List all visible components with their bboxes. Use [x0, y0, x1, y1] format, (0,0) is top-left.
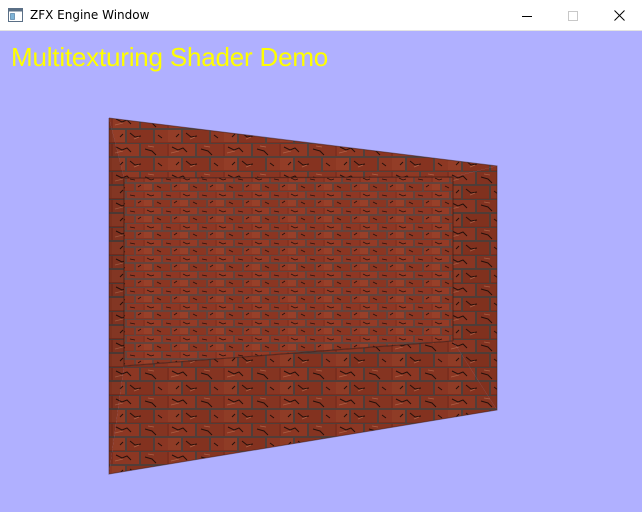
title-bar[interactable]: ZFX Engine Window — [0, 0, 642, 31]
app-window: ZFX Engine Window Multitexturing Shader … — [0, 0, 642, 512]
render-viewport[interactable]: Multitexturing Shader Demo — [0, 31, 642, 512]
window-title: ZFX Engine Window — [30, 8, 150, 22]
maximize-icon — [568, 10, 578, 21]
demo-title-overlay: Multitexturing Shader Demo — [11, 42, 329, 72]
close-button[interactable] — [596, 0, 642, 31]
brick-room-scene — [108, 117, 498, 475]
minimize-button[interactable] — [504, 0, 550, 31]
app-window-icon — [8, 8, 23, 22]
close-icon — [613, 10, 625, 21]
maximize-button[interactable] — [550, 0, 596, 31]
minimize-icon — [522, 15, 532, 17]
